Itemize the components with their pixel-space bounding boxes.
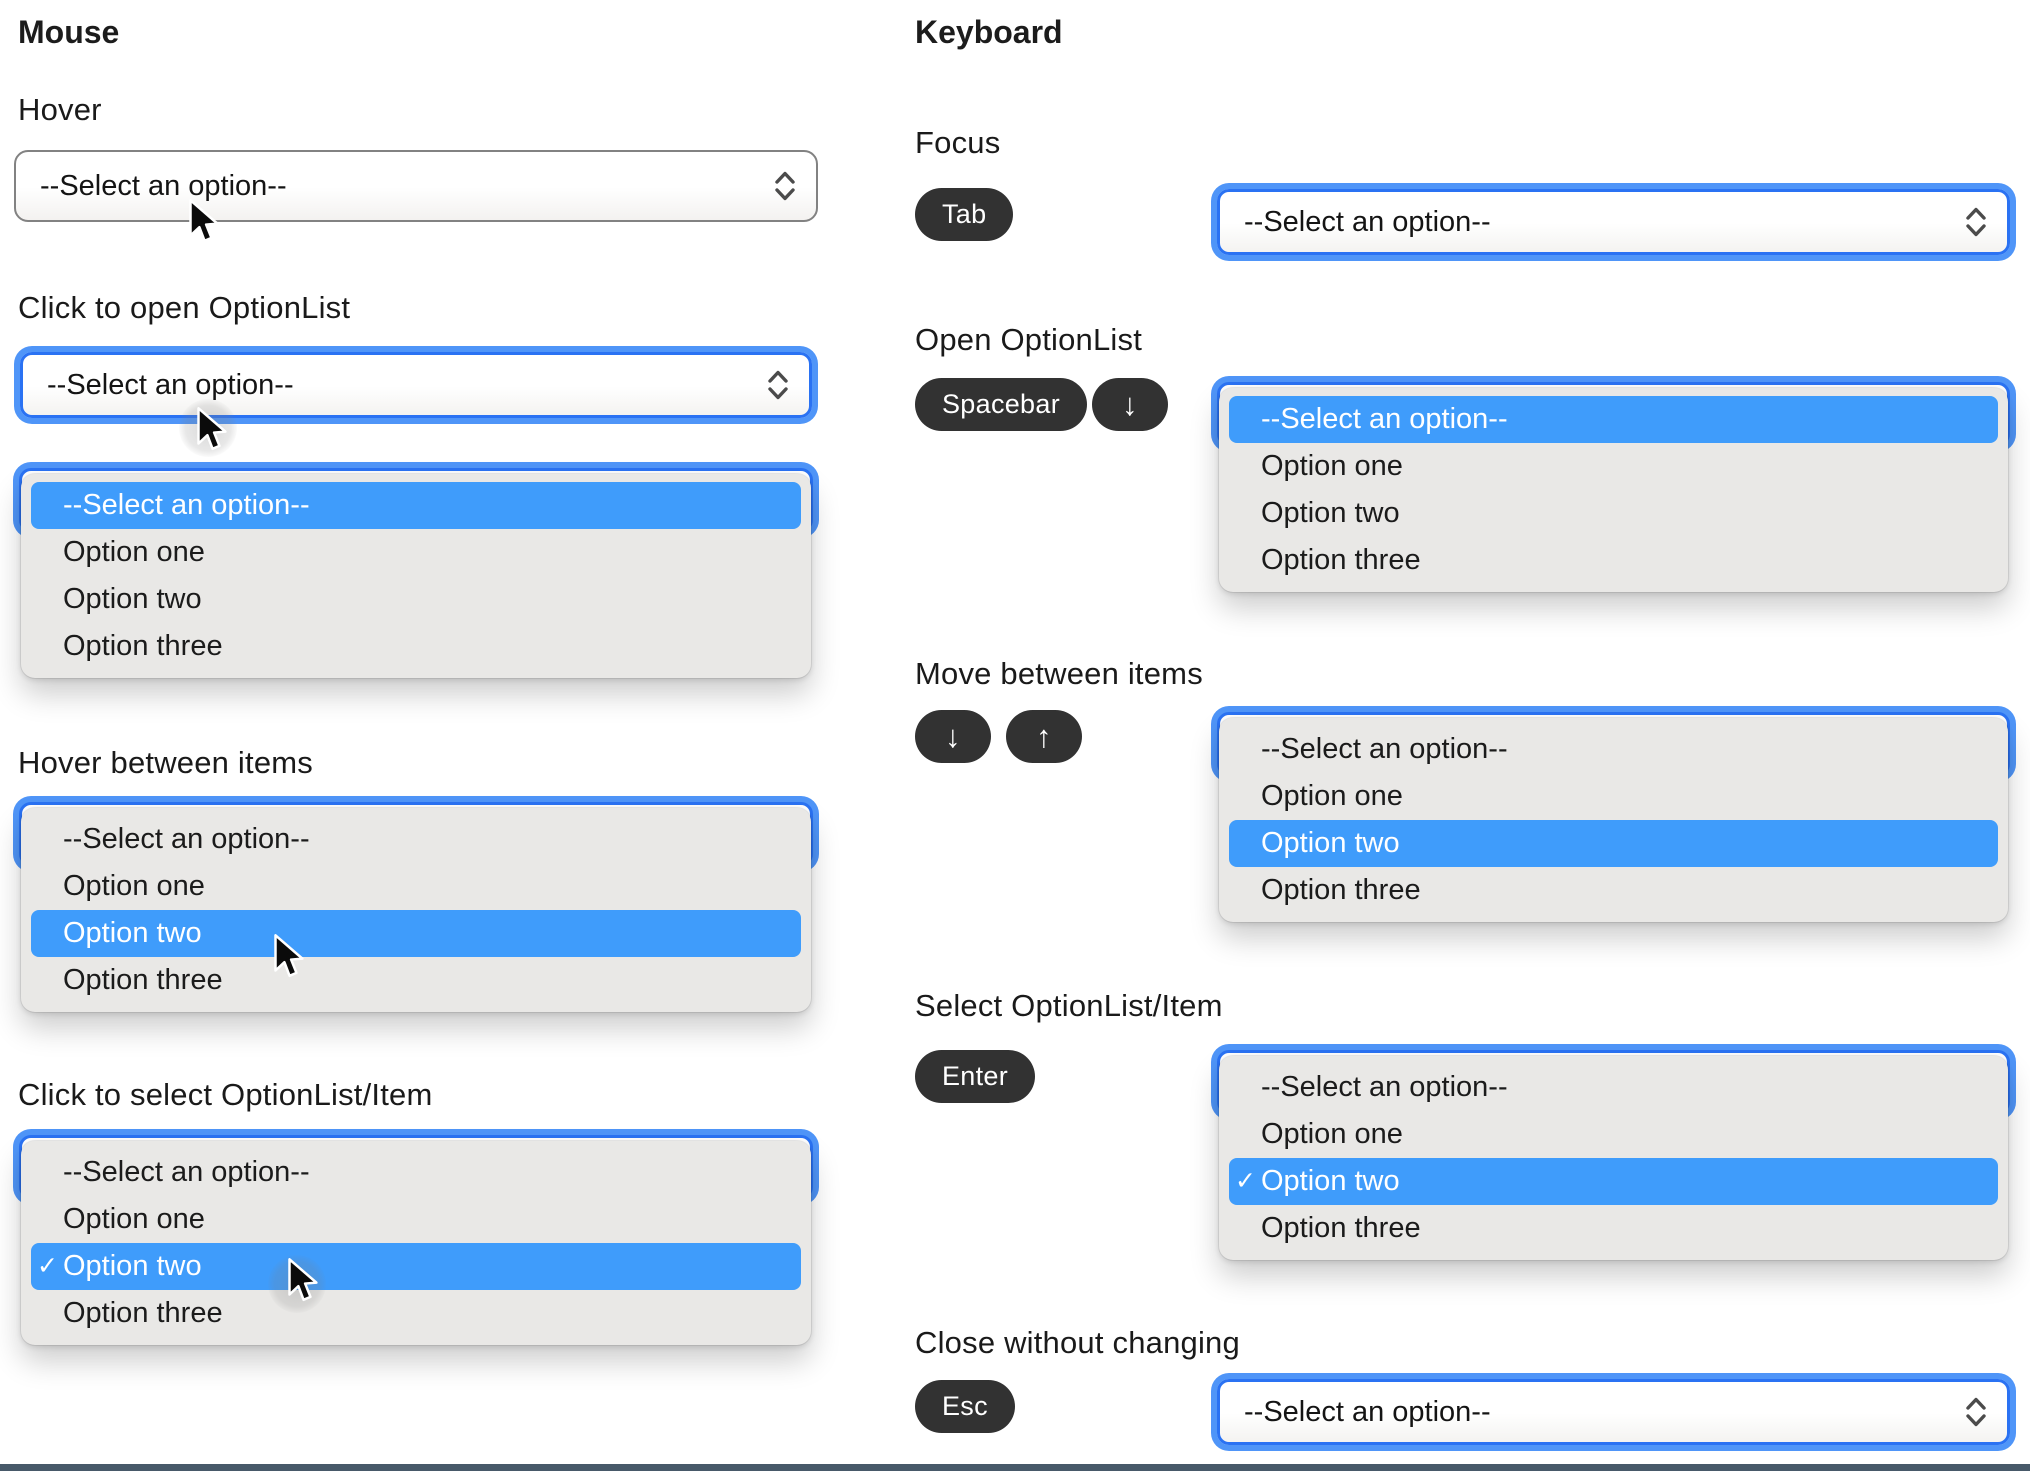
key-badge-esc: Esc [915, 1380, 1015, 1433]
click-open-select-value: --Select an option-- [47, 368, 294, 401]
click-select-optionlist: --Select an option-- Option one ✓ Option… [14, 1130, 818, 1345]
key-badge-spacebar: Spacebar [915, 378, 1087, 431]
option-item[interactable]: Option one [1229, 1111, 1998, 1158]
key-badge-arrow-down: ↓ [915, 710, 991, 763]
optionlist-panel: --Select an option-- Option one Option t… [21, 808, 811, 1012]
focus-select[interactable]: --Select an option-- [1217, 189, 2010, 255]
checkmark-icon: ✓ [1235, 1167, 1256, 1195]
click-open-label: Click to open OptionList [18, 290, 351, 325]
option-item-selected[interactable]: ✓ Option two [1229, 1158, 1998, 1205]
mouse-cursor-icon [274, 934, 304, 978]
keyboard-section-title: Keyboard [915, 14, 1063, 50]
key-badge-arrow-down: ↓ [1092, 378, 1168, 431]
option-item-label: Option two [1261, 1165, 1400, 1197]
optionlist-panel: --Select an option-- Option one ✓ Option… [1219, 1056, 2008, 1260]
option-item[interactable]: Option one [1229, 443, 1998, 490]
key-badge-enter: Enter [915, 1050, 1036, 1103]
click-open-select[interactable]: --Select an option-- [20, 352, 812, 418]
optionlist-panel: --Select an option-- Option one Option t… [1219, 718, 2008, 922]
close-select-value: --Select an option-- [1244, 1395, 1491, 1428]
optionlist-panel: --Select an option-- Option one Option t… [21, 474, 811, 678]
select-item-label: Select OptionList/Item [915, 988, 1223, 1023]
option-item[interactable]: Option three [1229, 867, 1998, 914]
mouse-cursor-icon [197, 407, 227, 451]
bottom-divider-bar [0, 1464, 2030, 1471]
mouse-cursor-icon [288, 1258, 318, 1302]
hover-items-optionlist: --Select an option-- Option one Option t… [14, 797, 818, 1012]
optionlist-panel: --Select an option-- Option one Option t… [1219, 388, 2008, 592]
focus-select-value: --Select an option-- [1244, 205, 1491, 238]
keyboard-move-optionlist: --Select an option-- Option one Option t… [1212, 707, 2015, 922]
select-chevrons-icon [775, 171, 795, 201]
hover-select-value: --Select an option-- [40, 169, 287, 202]
focus-label: Focus [915, 125, 1001, 160]
optionlist-panel: --Select an option-- Option one ✓ Option… [21, 1141, 811, 1345]
keyboard-select-optionlist: --Select an option-- Option one ✓ Option… [1212, 1045, 2015, 1260]
open-optionlist-label: Open OptionList [915, 322, 1143, 357]
select-chevrons-icon [768, 370, 788, 400]
hover-items-label: Hover between items [18, 745, 313, 780]
select-chevrons-icon [1966, 207, 1986, 237]
close-label: Close without changing [915, 1325, 1240, 1360]
click-open-optionlist: --Select an option-- Option one Option t… [14, 463, 818, 678]
option-item-active[interactable]: Option two [1229, 820, 1998, 867]
option-item[interactable]: Option one [31, 1196, 801, 1243]
keyboard-open-optionlist: --Select an option-- Option one Option t… [1212, 377, 2015, 592]
option-item[interactable]: Option three [31, 957, 801, 1004]
option-item[interactable]: --Select an option-- [1229, 1064, 1998, 1111]
click-select-label: Click to select OptionList/Item [18, 1077, 433, 1112]
option-item[interactable]: Option three [1229, 1205, 1998, 1252]
checkmark-icon: ✓ [37, 1252, 58, 1280]
option-item-selected[interactable]: --Select an option-- [31, 482, 801, 529]
option-item-selected[interactable]: --Select an option-- [1229, 396, 1998, 443]
option-item[interactable]: Option one [31, 529, 801, 576]
option-item[interactable]: Option one [31, 863, 801, 910]
move-items-label: Move between items [915, 656, 1203, 691]
close-select[interactable]: --Select an option-- [1217, 1379, 2010, 1445]
option-item-hovered[interactable]: Option two [31, 910, 801, 957]
mouse-section-title: Mouse [18, 14, 120, 50]
option-item[interactable]: Option one [1229, 773, 1998, 820]
hover-label: Hover [18, 92, 102, 127]
option-item[interactable]: Option two [1229, 490, 1998, 537]
option-item[interactable]: Option three [31, 623, 801, 670]
mouse-cursor-icon [189, 199, 219, 243]
hover-select[interactable]: --Select an option-- [14, 150, 818, 222]
option-item[interactable]: Option three [1229, 537, 1998, 584]
option-item[interactable]: Option three [31, 1290, 801, 1337]
option-item[interactable]: --Select an option-- [31, 816, 801, 863]
option-item-label: Option two [63, 1250, 202, 1282]
key-badge-arrow-up: ↑ [1006, 710, 1082, 763]
select-chevrons-icon [1966, 1397, 1986, 1427]
option-item-selected[interactable]: ✓ Option two [31, 1243, 801, 1290]
option-item[interactable]: --Select an option-- [31, 1149, 801, 1196]
option-item[interactable]: Option two [31, 576, 801, 623]
key-badge-tab: Tab [915, 188, 1014, 241]
option-item[interactable]: --Select an option-- [1229, 726, 1998, 773]
